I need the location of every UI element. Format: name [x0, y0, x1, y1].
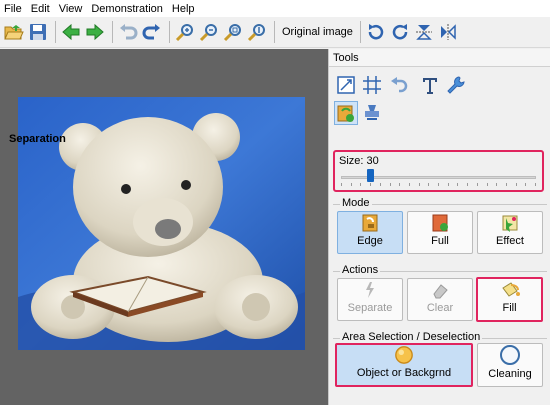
- slider-tick: [457, 183, 459, 186]
- area-group-title: Area Selection / Deselection: [340, 331, 483, 343]
- size-slider-box: Size: 30: [333, 150, 544, 192]
- mode-group-title: Mode: [340, 197, 372, 209]
- full-mode-label: Full: [431, 235, 449, 247]
- zoom-in-icon[interactable]: [174, 21, 196, 43]
- slider-tick: [515, 183, 517, 186]
- toolbar-separator: [359, 21, 361, 43]
- clear-button[interactable]: Clear: [407, 278, 473, 321]
- toolbar-separator: [274, 21, 275, 43]
- menu-bar: File Edit View Demonstration Help: [0, 0, 550, 17]
- actions-group-title: Actions: [340, 264, 381, 276]
- slider-tick: [535, 183, 536, 186]
- slider-tick: [399, 183, 401, 186]
- slider-tick: [360, 183, 362, 186]
- separate-icon: [366, 282, 374, 298]
- slider-tick: [486, 183, 488, 186]
- toolbar-separator: [112, 21, 113, 43]
- open-folder-icon[interactable]: [3, 21, 25, 43]
- wrench-icon[interactable]: [444, 73, 468, 97]
- separate-button[interactable]: Separate: [337, 278, 403, 321]
- stamp-tool-icon[interactable]: [360, 101, 384, 125]
- effect-mode-label: Effect: [496, 235, 524, 247]
- toolbar-separator: [169, 21, 170, 43]
- crop-grid-icon[interactable]: [360, 73, 384, 97]
- slider-tick: [379, 183, 381, 186]
- fill-button[interactable]: Fill: [476, 277, 543, 322]
- menu-demonstration[interactable]: Demonstration: [91, 3, 163, 15]
- rotate-right-icon[interactable]: [389, 21, 411, 43]
- arrow-forward-icon[interactable]: [84, 21, 106, 43]
- cleaning-button[interactable]: Cleaning: [477, 343, 543, 387]
- toolbar: Original image: [0, 17, 550, 48]
- text-tool-icon[interactable]: [418, 73, 442, 97]
- flip-vertical-icon[interactable]: [413, 21, 435, 43]
- slider-tick: [467, 183, 469, 186]
- menu-edit[interactable]: Edit: [31, 3, 50, 15]
- slider-tick: [341, 183, 342, 186]
- undo-arrow-icon[interactable]: [386, 73, 410, 97]
- tools-icon-row-1: [334, 73, 470, 97]
- slider-tick: [389, 183, 391, 186]
- full-icon: [432, 214, 448, 232]
- edge-mode-label: Edge: [357, 235, 383, 247]
- separation-title: Separation: [9, 133, 66, 145]
- resize-icon[interactable]: [334, 73, 358, 97]
- arrow-back-icon[interactable]: [60, 21, 82, 43]
- eraser-icon: [433, 284, 448, 299]
- slider-tick: [438, 183, 439, 186]
- separation-tool-icon[interactable]: [334, 101, 358, 125]
- yellow-circle-icon: [395, 346, 413, 364]
- object-or-background-button[interactable]: Object or Backgrnd: [335, 343, 473, 387]
- redo-icon[interactable]: [141, 21, 163, 43]
- size-label: Size: 30: [339, 155, 379, 167]
- cleaning-label: Cleaning: [488, 368, 532, 380]
- menu-view[interactable]: View: [59, 3, 83, 15]
- effect-icon: [502, 215, 518, 232]
- slider-tick: [525, 183, 527, 186]
- slider-tick: [476, 183, 478, 186]
- slider-tick: [428, 183, 430, 186]
- save-icon[interactable]: [27, 21, 49, 43]
- zoom-out-icon[interactable]: [198, 21, 220, 43]
- slider-tick: [505, 183, 507, 186]
- edge-icon: [362, 214, 378, 232]
- object-or-background-label: Object or Backgrnd: [356, 367, 452, 379]
- tools-panel-title: Tools: [329, 49, 550, 67]
- slider-tick: [496, 183, 498, 186]
- size-slider-thumb[interactable]: [367, 169, 375, 182]
- zoom-fit-icon[interactable]: [222, 21, 244, 43]
- size-slider-ticks: [341, 183, 536, 188]
- original-image-button[interactable]: Original image: [282, 26, 353, 38]
- full-mode-button[interactable]: Full: [407, 211, 473, 254]
- fill-bucket-icon: [501, 282, 520, 297]
- tools-icon-row-2: [334, 101, 386, 125]
- edge-mode-button[interactable]: Edge: [337, 211, 403, 254]
- slider-tick: [418, 183, 420, 186]
- zoom-actual-icon[interactable]: [246, 21, 268, 43]
- cleaning-circle-icon: [500, 345, 520, 365]
- clear-label: Clear: [426, 302, 454, 314]
- fill-label: Fill: [502, 302, 517, 314]
- menu-help[interactable]: Help: [172, 3, 195, 15]
- menu-file[interactable]: File: [4, 3, 22, 15]
- slider-tick: [447, 183, 449, 186]
- slider-tick: [370, 183, 372, 186]
- rotate-left-icon[interactable]: [365, 21, 387, 43]
- slider-tick: [408, 183, 410, 186]
- toolbar-separator: [55, 21, 56, 43]
- effect-mode-button[interactable]: Effect: [477, 211, 543, 254]
- flip-horizontal-icon[interactable]: [437, 21, 459, 43]
- separate-label: Separate: [347, 302, 393, 314]
- undo-icon[interactable]: [117, 21, 139, 43]
- slider-tick: [350, 183, 352, 186]
